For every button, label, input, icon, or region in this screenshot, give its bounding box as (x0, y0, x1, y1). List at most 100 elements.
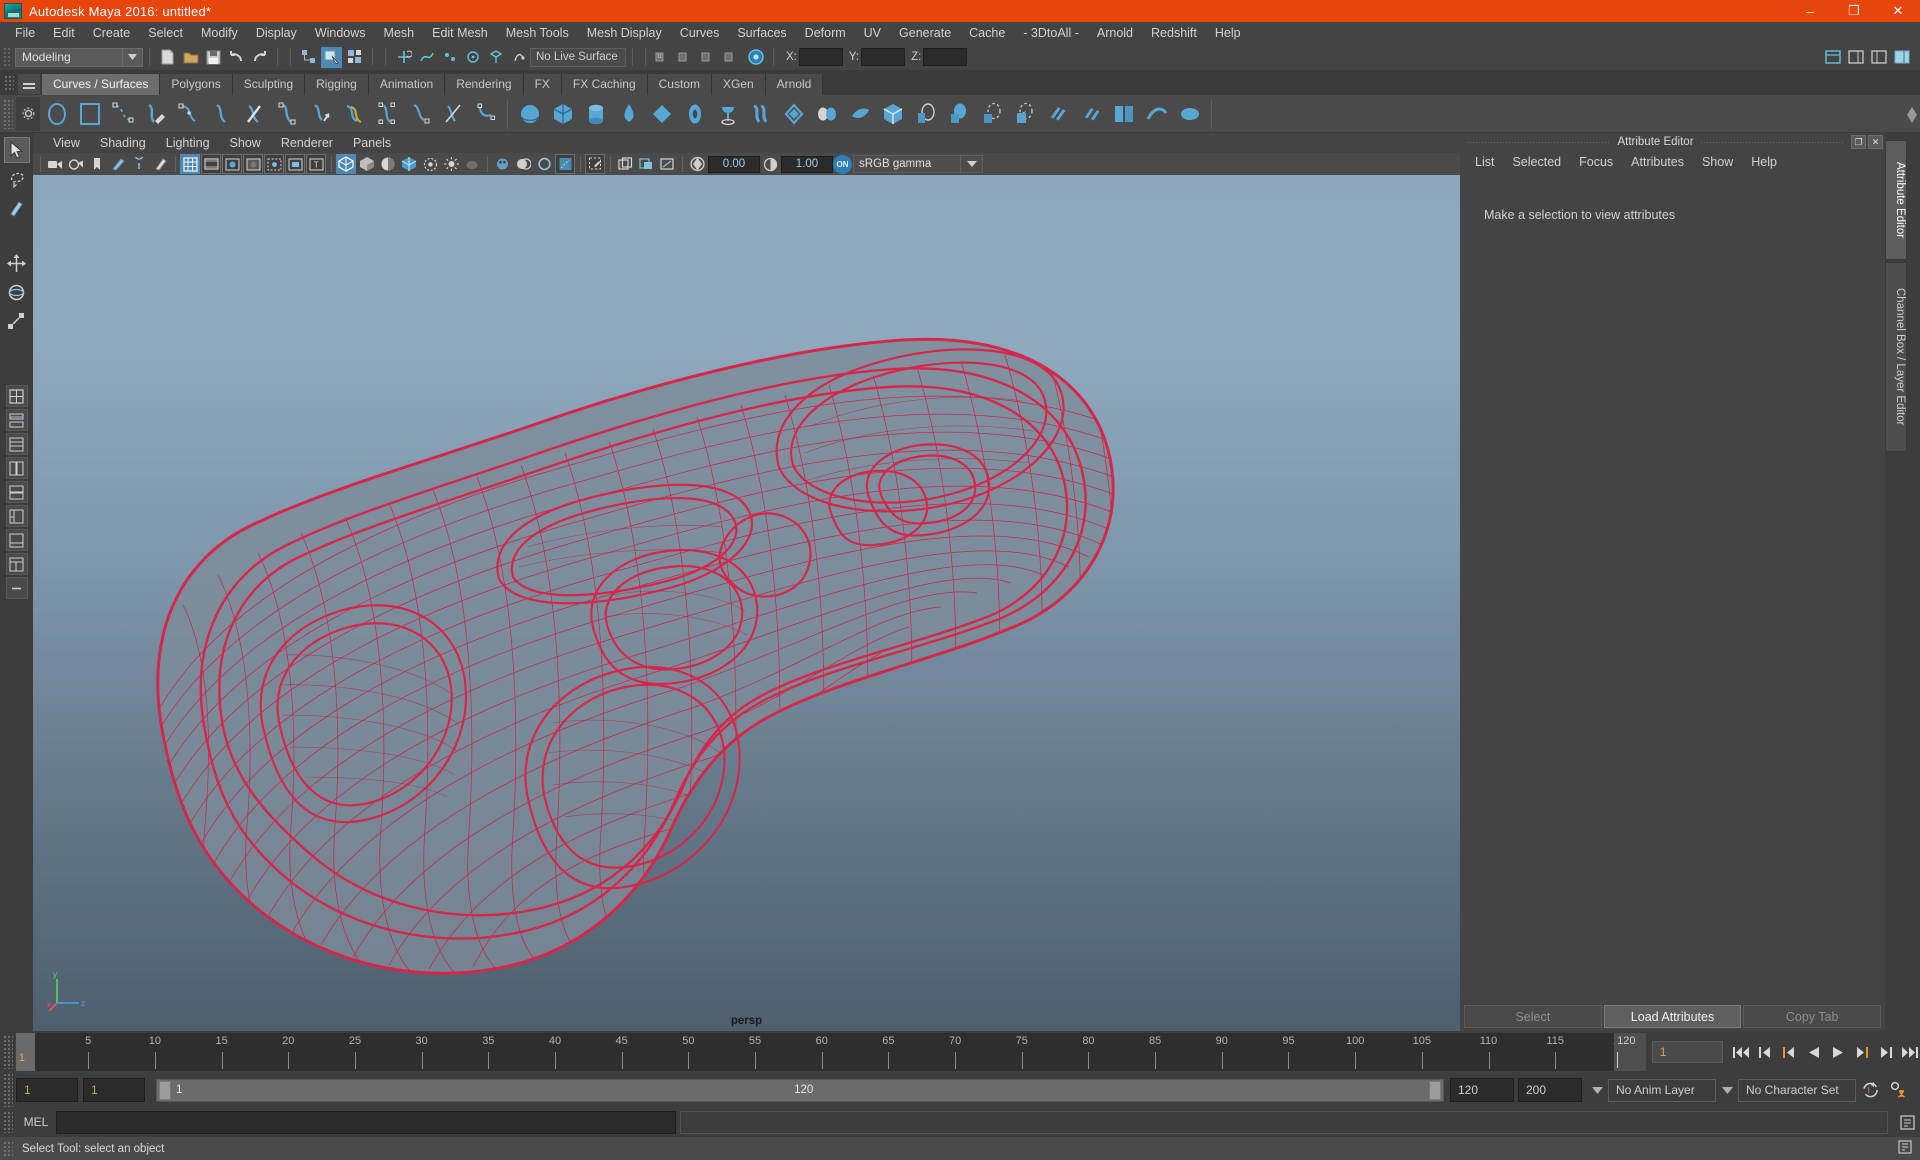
select-by-component-icon[interactable] (344, 47, 365, 68)
nurbs-cone-icon[interactable] (612, 97, 645, 131)
attribute-editor-copy-tab-button[interactable]: Copy Tab (1743, 1005, 1882, 1028)
redo-icon[interactable] (249, 47, 270, 68)
menu-item-surfaces[interactable]: Surfaces (728, 22, 795, 44)
show-hide-attribute-editor-icon[interactable] (1846, 47, 1867, 68)
resolution-gate-icon[interactable] (222, 154, 242, 174)
xray-icon[interactable] (150, 154, 170, 174)
shelf-scroll-arrows[interactable] (1906, 98, 1918, 132)
menu-item-mesh-display[interactable]: Mesh Display (578, 22, 671, 44)
z-coord-field[interactable] (923, 48, 968, 66)
play-forwards-icon[interactable] (1827, 1041, 1848, 1063)
animation-start-time-field[interactable]: 1 (16, 1078, 78, 1102)
exposure-icon[interactable] (687, 154, 707, 174)
y-coord-field[interactable] (861, 48, 906, 66)
menu-item-mesh-tools[interactable]: Mesh Tools (497, 22, 578, 44)
exposure-field[interactable]: 0.00 (708, 155, 760, 173)
select-tool[interactable] (3, 137, 30, 163)
offset-curve-icon[interactable] (337, 97, 370, 131)
animation-preferences-icon[interactable] (1884, 1079, 1912, 1101)
bevel-icon[interactable] (942, 97, 975, 131)
attribute-editor-load-attributes-button[interactable]: Load Attributes (1603, 1005, 1742, 1028)
grid-icon[interactable] (180, 154, 200, 174)
saved-layout-button[interactable] (5, 577, 28, 599)
snap-to-projected-center-icon[interactable] (462, 47, 483, 68)
shelf-tab-curves-surfaces[interactable]: Curves / Surfaces (42, 74, 161, 95)
close-button[interactable]: ✕ (1876, 0, 1920, 22)
color-management-selector[interactable]: sRGB gamma (853, 155, 961, 173)
film-gate-icon[interactable] (201, 154, 221, 174)
xray-joints-icon[interactable] (264, 154, 284, 174)
menu-set-selector[interactable]: Modeling (15, 47, 123, 67)
menu-item-edit[interactable]: Edit (44, 22, 84, 44)
output-connections-all-icon[interactable] (722, 47, 743, 68)
go-to-end-icon[interactable] (1899, 1041, 1920, 1063)
display-layer-icon[interactable] (585, 154, 605, 174)
shelf-menu-icon[interactable] (18, 74, 40, 94)
character-set-dropdown-arrow[interactable] (1716, 1079, 1738, 1101)
revolve-icon[interactable] (711, 97, 744, 131)
nurbs-cylinder-icon[interactable] (579, 97, 612, 131)
menu-item-redshift[interactable]: Redshift (1142, 22, 1206, 44)
playback-start-time-field[interactable]: 1 (83, 1078, 145, 1102)
shelf-tab-fx[interactable]: FX (523, 74, 562, 95)
step-forward-keyframe-icon[interactable] (1875, 1041, 1896, 1063)
range-slider-grip[interactable] (3, 1073, 13, 1107)
detach-surfaces-icon[interactable] (1107, 97, 1140, 131)
three-pane-layout[interactable] (5, 553, 28, 575)
attach-curves-icon[interactable] (205, 97, 238, 131)
show-hide-tool-settings-icon[interactable] (1869, 47, 1890, 68)
rebuild-curve-icon[interactable] (370, 97, 403, 131)
insert-knot-icon[interactable] (271, 97, 304, 131)
trim-tool-icon[interactable] (1041, 97, 1074, 131)
select-by-hierarchy-icon[interactable] (298, 47, 319, 68)
2d-pan-zoom-icon[interactable] (108, 154, 128, 174)
step-back-keyframe-icon[interactable] (1755, 1041, 1776, 1063)
persp-relationship-layout[interactable] (5, 505, 28, 527)
x-coord-field[interactable] (798, 48, 843, 66)
show-hide-channel-box-icon[interactable] (1892, 47, 1913, 68)
nurbs-cube-icon[interactable] (546, 97, 579, 131)
viewport-menu-show[interactable]: Show (220, 133, 271, 153)
smooth-shade-selected-icon[interactable] (378, 154, 398, 174)
anim-layer-selector[interactable]: No Anim Layer (1608, 1078, 1716, 1102)
shelf-tab-polygons[interactable]: Polygons (160, 74, 233, 95)
close-icon[interactable]: ✕ (1868, 135, 1884, 149)
grease-pencil-icon[interactable] (129, 154, 149, 174)
shelf-tab-sculpting[interactable]: Sculpting (232, 74, 306, 95)
menu-item-uv[interactable]: UV (855, 22, 890, 44)
detach-curves-icon[interactable] (238, 97, 271, 131)
attribute-editor-select-button[interactable]: Select (1464, 1005, 1602, 1028)
step-back-frame-icon[interactable] (1779, 1041, 1800, 1063)
dock-tab-channel-box-layer-editor[interactable]: Channel Box / Layer Editor (1885, 262, 1907, 452)
intersect-surfaces-icon[interactable] (1008, 97, 1041, 131)
bevel-plus-icon[interactable] (975, 97, 1008, 131)
nurbs-sphere-icon[interactable] (513, 97, 546, 131)
persp-hypershade-layout[interactable] (5, 481, 28, 503)
minimize-button[interactable]: – (1788, 0, 1832, 22)
viewport-menu-panels[interactable]: Panels (343, 133, 401, 153)
undock-icon[interactable]: ❐ (1851, 135, 1867, 149)
construction-history-icon[interactable] (745, 47, 766, 68)
attach-surfaces-icon[interactable] (1074, 97, 1107, 131)
undo-icon[interactable] (226, 47, 247, 68)
auto-keyframe-icon[interactable]: I (1856, 1079, 1884, 1101)
shelf-tab-rigging[interactable]: Rigging (305, 74, 369, 95)
menu-item-edit-mesh[interactable]: Edit Mesh (423, 22, 497, 44)
use-default-lighting-icon[interactable] (441, 154, 461, 174)
snap-to-point-icon[interactable] (439, 47, 460, 68)
nurbs-circle-icon[interactable] (40, 97, 73, 131)
open-scene-icon[interactable] (180, 47, 201, 68)
attribute-editor-menu-show[interactable]: Show (1693, 151, 1742, 173)
menu-item-cache[interactable]: Cache (960, 22, 1014, 44)
new-scene-icon[interactable] (157, 47, 178, 68)
timeline-grip[interactable] (3, 1035, 13, 1069)
nurbs-plane-icon[interactable] (645, 97, 678, 131)
lasso-select-tool[interactable] (4, 166, 30, 192)
shadows-icon[interactable] (462, 154, 482, 174)
two-pane-layout[interactable] (5, 529, 28, 551)
menu-item-curves[interactable]: Curves (671, 22, 729, 44)
current-time-indicator[interactable]: 1 (15, 1033, 35, 1071)
toolbar-grip[interactable] (3, 47, 12, 67)
character-set-selector[interactable]: No Character Set (1738, 1078, 1856, 1102)
viewport-menu-renderer[interactable]: Renderer (271, 133, 343, 153)
